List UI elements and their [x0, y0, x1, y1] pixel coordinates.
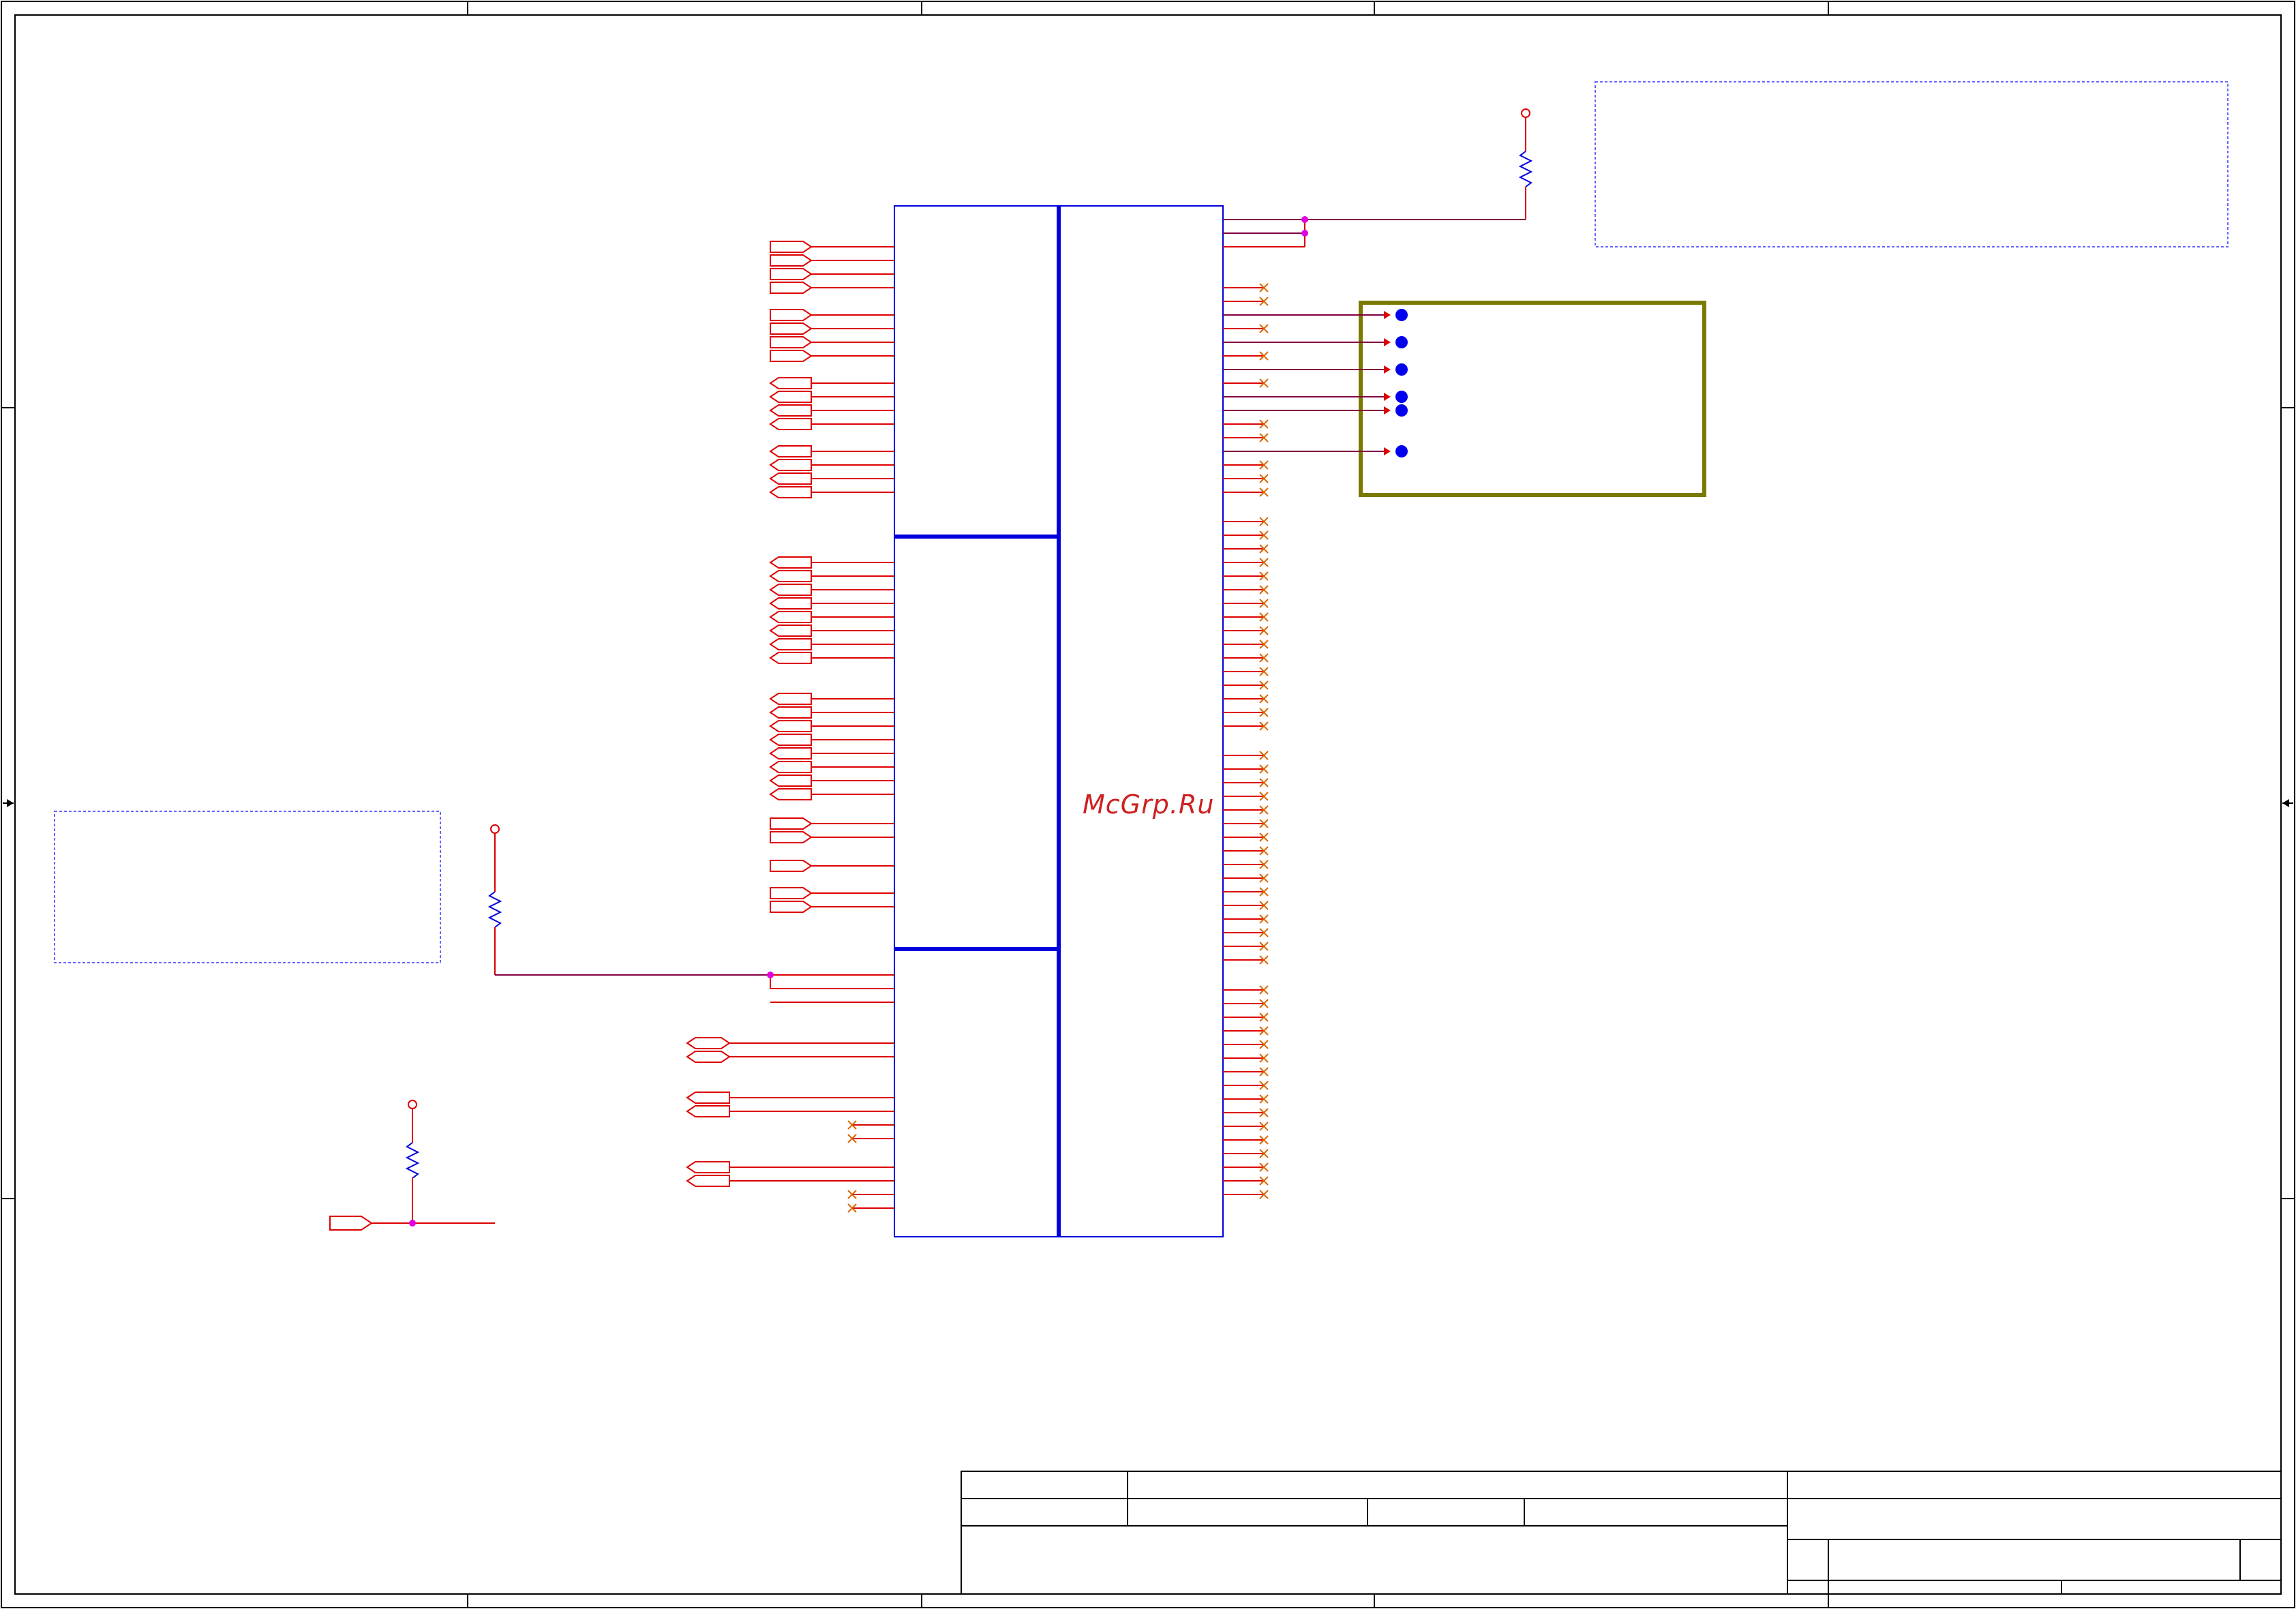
- pullup-bottom: [329, 1100, 495, 1231]
- right-pins: [1223, 287, 1264, 1195]
- hierarchical-port-icon: [686, 1105, 730, 1117]
- hierarchical-port-icon: [686, 1161, 730, 1173]
- power-flag-icon: [490, 824, 500, 834]
- connector-box: [1223, 301, 1706, 497]
- hierarchical-port-icon: [769, 418, 812, 430]
- left-pins-lower: [729, 974, 894, 1209]
- test-point-icon: [1395, 363, 1408, 376]
- hierarchical-port-icon: [770, 309, 813, 321]
- note-box-top-right: [1595, 81, 2229, 247]
- power-flag-icon: [408, 1100, 417, 1109]
- watermark: McGrp.Ru: [1083, 790, 1215, 819]
- junction-dot-icon: [767, 972, 774, 978]
- pullup-middle: [487, 824, 774, 989]
- left-pins-upper: [811, 246, 894, 493]
- hierarchical-port-icon: [770, 268, 813, 280]
- hierarchical-port-icon: [686, 1175, 730, 1187]
- hierarchical-port-icon: [769, 734, 812, 746]
- power-flag-icon: [1521, 108, 1530, 118]
- test-point-icon: [1395, 336, 1408, 348]
- hierarchical-port-icon: [769, 472, 812, 485]
- junction-dot-icon: [409, 1220, 416, 1227]
- left-ports-lower: [686, 1037, 731, 1187]
- hierarchical-port-icon: [770, 254, 813, 267]
- main-ic: [894, 205, 1224, 1237]
- hierarchical-port-icon: [769, 597, 812, 610]
- test-point-icon: [1395, 445, 1408, 457]
- left-pins-middle: [811, 562, 894, 907]
- hierarchical-port-icon: [686, 1051, 731, 1063]
- right-no-connects: [1259, 283, 1269, 1199]
- left-ports-upper: [769, 241, 813, 498]
- test-point-icon: [1395, 404, 1408, 417]
- hierarchical-port-icon: [769, 486, 812, 498]
- junction-dot-icon: [1301, 216, 1308, 223]
- hierarchical-port-icon: [769, 404, 812, 417]
- hierarchical-port-icon: [769, 747, 812, 760]
- hierarchical-port-icon: [770, 322, 813, 335]
- hierarchical-port-icon: [686, 1092, 730, 1104]
- hierarchical-port-icon: [686, 1037, 731, 1049]
- pullup-top-right: [1223, 108, 1533, 247]
- hierarchical-port-icon: [769, 445, 812, 457]
- hierarchical-port-icon: [770, 817, 813, 830]
- note-boxes: [54, 81, 2229, 963]
- hierarchical-port-icon: [769, 652, 812, 664]
- hierarchical-port-icon: [769, 693, 812, 705]
- hierarchical-port-icon: [769, 611, 812, 623]
- hierarchical-port-icon: [769, 625, 812, 637]
- hierarchical-port-icon: [769, 720, 812, 732]
- resistor-icon: [1518, 151, 1533, 187]
- hierarchical-port-icon: [770, 887, 813, 899]
- hierarchical-port-icon: [770, 350, 813, 362]
- junction-dot-icon: [1301, 230, 1308, 237]
- test-point-icon: [1395, 391, 1408, 403]
- test-point-icon: [1395, 309, 1408, 321]
- hierarchical-port-icon: [329, 1216, 373, 1231]
- hierarchical-port-icon: [769, 584, 812, 596]
- hierarchical-port-icon: [769, 761, 812, 773]
- hierarchical-port-icon: [770, 901, 813, 913]
- hierarchical-port-icon: [769, 706, 812, 719]
- hierarchical-port-icon: [770, 241, 813, 253]
- hierarchical-port-icon: [769, 638, 812, 650]
- hierarchical-port-icon: [769, 556, 812, 569]
- hierarchical-port-icon: [769, 459, 812, 471]
- hierarchical-port-icon: [769, 391, 812, 403]
- hierarchical-port-icon: [769, 775, 812, 787]
- hierarchical-port-icon: [770, 336, 813, 348]
- hierarchical-port-icon: [770, 860, 813, 872]
- hierarchical-port-icon: [770, 282, 813, 294]
- note-box-left: [54, 811, 441, 963]
- hierarchical-port-icon: [770, 831, 813, 843]
- title-block: [961, 1471, 2282, 1595]
- hierarchical-port-icon: [769, 788, 812, 800]
- hierarchical-port-icon: [769, 570, 812, 582]
- left-ports-middle: [769, 556, 813, 913]
- resistor-icon: [487, 891, 502, 928]
- resistor-icon: [405, 1142, 420, 1179]
- hierarchical-port-icon: [769, 377, 812, 389]
